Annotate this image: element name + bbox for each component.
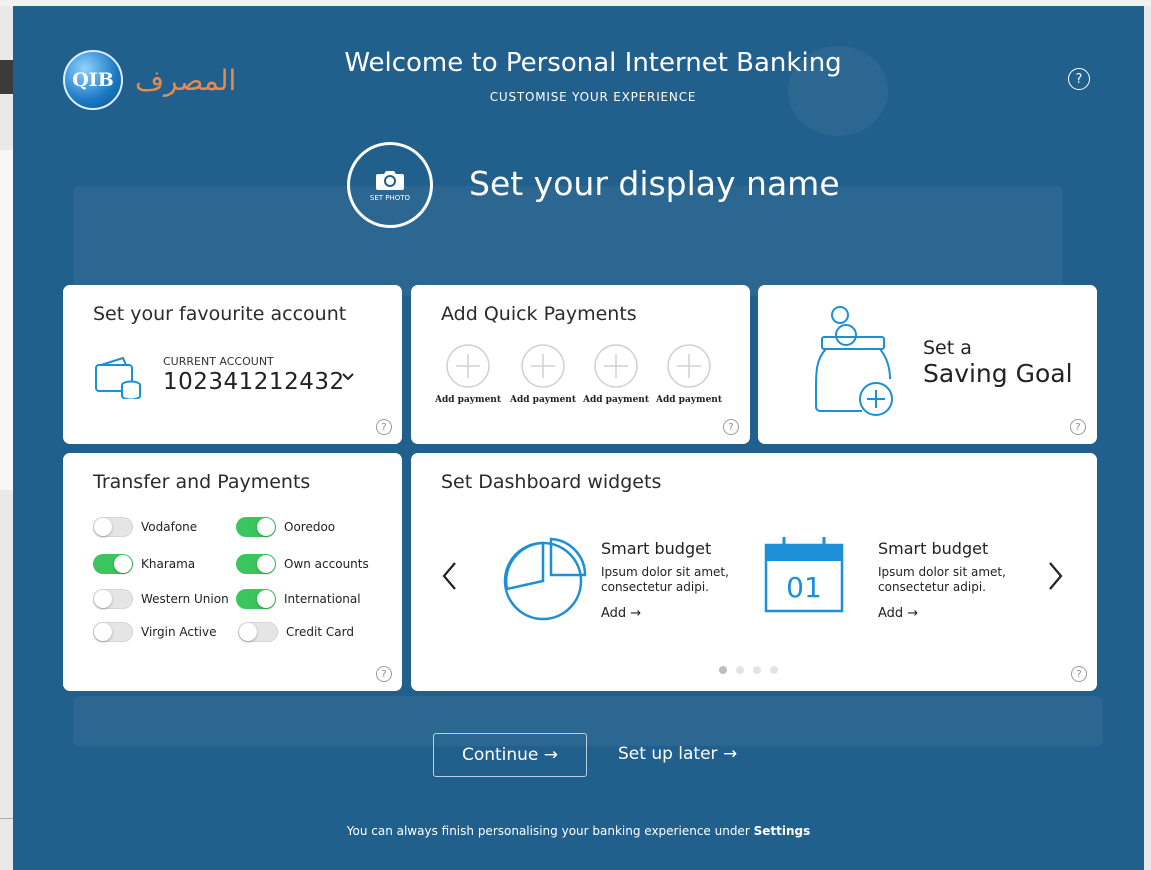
toggle-row-virgin-active[interactable]: Virgin Active: [93, 622, 217, 642]
toggle-row-western-union[interactable]: Western Union: [93, 589, 229, 609]
carousel-dot[interactable]: [753, 666, 761, 674]
widgets-title: Set Dashboard widgets: [441, 471, 662, 493]
add-payment-label: Add payment: [655, 395, 722, 405]
footer-text: You can always finish personalising your…: [346, 824, 754, 838]
onboarding-overlay: QIB المصرف Welcome to Personal Internet …: [13, 6, 1144, 870]
chevron-left-icon[interactable]: [441, 561, 457, 591]
widget-description: Ipsum dolor sit amet, consectetur adipi.: [878, 565, 1006, 594]
add-payment-button[interactable]: Add payment: [654, 343, 724, 405]
set-up-later-link[interactable]: Set up later →: [618, 744, 737, 764]
account-number[interactable]: 102341212432: [163, 369, 345, 395]
saving-goal-line1: Set a: [923, 337, 972, 359]
widget-add-link[interactable]: Add →: [601, 606, 641, 621]
help-icon[interactable]: ?: [1070, 419, 1086, 435]
pie-chart-icon: [503, 537, 587, 621]
favourite-account-card: Set your favourite account CURRENT ACCOU…: [63, 285, 402, 444]
add-circle-icon: [594, 344, 638, 388]
widget-description: Ipsum dolor sit amet, consectetur adipi.: [601, 565, 729, 594]
add-payment-button[interactable]: Add payment: [433, 343, 503, 405]
transfers-card: Transfer and Payments Vodafone Kharama W…: [63, 453, 402, 691]
chevron-down-icon[interactable]: [341, 371, 355, 381]
settings-link[interactable]: Settings: [754, 824, 811, 838]
saving-goal-line2: Saving Goal: [923, 359, 1073, 388]
toggle-label: Ooredoo: [284, 520, 336, 534]
vodafone-toggle[interactable]: [93, 517, 133, 537]
account-type-label: CURRENT ACCOUNT: [163, 355, 274, 368]
toggle-label: Kharama: [141, 557, 196, 571]
background-divider: [0, 818, 14, 819]
carousel-dot[interactable]: [736, 666, 744, 674]
carousel-pagination: [719, 666, 778, 674]
credit-card-toggle[interactable]: [238, 622, 278, 642]
help-icon[interactable]: ?: [376, 666, 392, 682]
toggle-label: Own accounts: [284, 557, 369, 571]
camera-icon: [376, 170, 404, 190]
help-icon[interactable]: ?: [376, 419, 392, 435]
transfers-title: Transfer and Payments: [93, 471, 311, 493]
set-photo-label: SET PHOTO: [369, 193, 411, 202]
virgin-active-toggle[interactable]: [93, 622, 133, 642]
dashboard-widgets-card: Set Dashboard widgets Smart budget Ipsum…: [411, 453, 1097, 691]
add-payment-label: Add payment: [582, 395, 649, 405]
toggle-row-international[interactable]: International: [236, 589, 361, 609]
toggle-label: Credit Card: [286, 625, 354, 639]
help-icon[interactable]: ?: [1071, 666, 1087, 682]
toggle-label: Vodafone: [141, 520, 198, 534]
kharama-toggle[interactable]: [93, 554, 133, 574]
toggle-label: Virgin Active: [141, 625, 217, 639]
add-payment-button[interactable]: Add payment: [508, 343, 578, 405]
widget-title: Smart budget: [878, 539, 989, 558]
add-circle-icon: [521, 344, 565, 388]
toggle-row-vodafone[interactable]: Vodafone: [93, 517, 197, 537]
own-accounts-toggle[interactable]: [236, 554, 276, 574]
add-payment-button[interactable]: Add payment: [581, 343, 651, 405]
add-payment-label: Add payment: [434, 395, 501, 405]
add-payment-label: Add payment: [509, 395, 576, 405]
help-icon[interactable]: ?: [1068, 68, 1090, 90]
saving-goal-card[interactable]: Set a Saving Goal ?: [758, 285, 1097, 444]
page-subtitle: CUSTOMISE YOUR EXPERIENCE: [489, 90, 697, 104]
toggle-row-credit-card[interactable]: Credit Card: [238, 622, 354, 642]
calendar-date-text: 01: [786, 571, 822, 604]
international-toggle[interactable]: [236, 589, 276, 609]
page-title: Welcome to Personal Internet Banking: [344, 48, 842, 78]
calendar-icon: 01: [764, 537, 844, 613]
quick-payments-title: Add Quick Payments: [441, 303, 637, 325]
carousel-dot[interactable]: [719, 666, 727, 674]
carousel-dot[interactable]: [770, 666, 778, 674]
wallet-coins-icon: [95, 356, 141, 399]
footer-note: You can always finish personalising your…: [13, 824, 1144, 838]
widget-add-link[interactable]: Add →: [878, 606, 918, 621]
quick-payments-card: Add Quick Payments Add payment Add payme…: [411, 285, 750, 444]
jar-plus-icon: [815, 306, 893, 416]
toggle-row-own-accounts[interactable]: Own accounts: [236, 554, 369, 574]
background-ghost-row: [73, 696, 1103, 746]
chevron-right-icon[interactable]: [1048, 561, 1064, 591]
help-icon[interactable]: ?: [723, 419, 739, 435]
widget-title: Smart budget: [601, 539, 712, 558]
continue-button[interactable]: Continue →: [433, 733, 587, 777]
favourite-account-title: Set your favourite account: [93, 303, 347, 325]
add-circle-icon: [667, 344, 711, 388]
toggle-row-kharama[interactable]: Kharama: [93, 554, 195, 574]
display-name-title[interactable]: Set your display name: [469, 164, 840, 203]
toggle-label: International: [284, 592, 361, 606]
ooredoo-toggle[interactable]: [236, 517, 276, 537]
add-circle-icon: [446, 344, 490, 388]
toggle-label: Western Union: [141, 592, 229, 606]
western-union-toggle[interactable]: [93, 589, 133, 609]
toggle-row-ooredoo[interactable]: Ooredoo: [236, 517, 335, 537]
set-photo-button[interactable]: SET PHOTO: [347, 142, 433, 228]
background-nav-bar: [0, 60, 14, 94]
